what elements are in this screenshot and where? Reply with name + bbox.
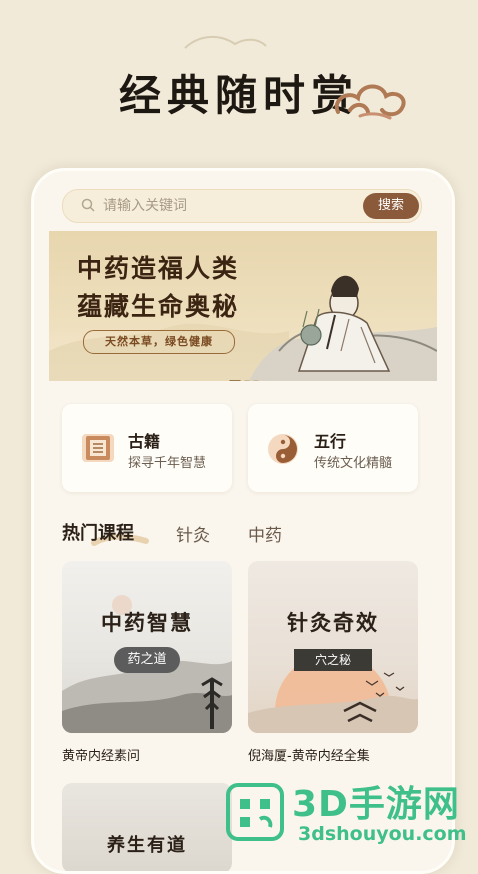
- course-caption: 倪海厦-黄帝内经全集: [248, 749, 370, 764]
- entry-card-classics[interactable]: 古籍 探寻千年智慧: [62, 404, 232, 492]
- search-button[interactable]: 搜索: [363, 193, 419, 219]
- entry-title: 五行: [314, 432, 347, 451]
- banner-headline: 中药造福人类: [77, 254, 240, 283]
- entry-subtitle: 探寻千年智慧: [128, 456, 207, 471]
- banner-subheadline: 蕴藏生命奥秘: [77, 292, 240, 321]
- watermark-brand: 3D手游网: [292, 784, 460, 825]
- course-card[interactable]: 中药智慧 药之道: [62, 561, 232, 733]
- book-icon: [82, 434, 114, 462]
- tab-acupuncture[interactable]: 针灸: [176, 521, 210, 546]
- course-badge: 药之道: [114, 647, 180, 673]
- course-caption: 黄帝内经素问: [62, 749, 141, 764]
- course-title: 中药智慧: [101, 610, 193, 635]
- banner-tag: 天然本草，绿色健康: [83, 330, 235, 354]
- entry-card-five-elements[interactable]: 五行 传统文化精髓: [248, 404, 418, 492]
- watermark-url: 3dshouyou.com: [298, 823, 467, 845]
- entry-subtitle: 传统文化精髓: [314, 456, 393, 471]
- sunset-illustration: [248, 653, 418, 733]
- search-input[interactable]: 请输入关键词: [103, 190, 343, 222]
- phone-frame: 请输入关键词 搜索 中药造福人类 蕴藏生命奥秘 天然本草，绿色健康 古籍 探寻千…: [31, 168, 455, 874]
- entry-title: 古籍: [128, 432, 161, 451]
- course-badge: 穴之秘: [294, 649, 372, 671]
- promo-banner[interactable]: 中药造福人类 蕴藏生命奥秘 天然本草，绿色健康: [49, 231, 437, 381]
- site-watermark: 3D手游网 3dshouyou.com: [218, 773, 478, 850]
- yin-yang-icon: [268, 434, 298, 464]
- brand-logo-icon: [226, 783, 284, 841]
- search-icon: [81, 198, 95, 212]
- pagination-dot-active: [229, 380, 241, 381]
- search-bar[interactable]: 请输入关键词 搜索: [62, 189, 422, 223]
- auspicious-cloud-icon: [334, 84, 406, 120]
- pagination-dot: [244, 380, 250, 381]
- pagination-dot: [253, 380, 259, 381]
- tab-herbal-medicine[interactable]: 中药: [248, 521, 282, 546]
- course-card[interactable]: 针灸奇效 穴之秘: [248, 561, 418, 733]
- course-title: 养生有道: [107, 835, 187, 856]
- tab-hot-courses[interactable]: 热门课程: [62, 519, 134, 545]
- course-card[interactable]: 养生有道: [62, 783, 232, 871]
- cloud-decoration-left: [184, 36, 267, 49]
- course-title: 针灸奇效: [287, 610, 379, 635]
- banner-pagination: [229, 368, 262, 381]
